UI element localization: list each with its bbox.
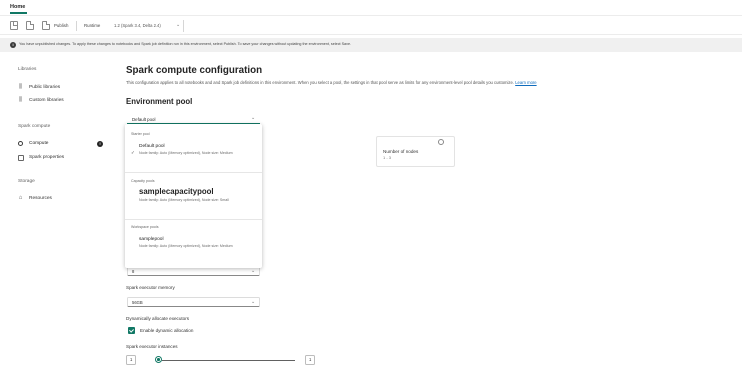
warning-badge: ! <box>97 140 103 147</box>
sidebar-heading-libraries: Libraries <box>18 67 37 72</box>
chevron-down-icon: ⌄ <box>251 298 256 305</box>
info-icon: i <box>10 41 16 48</box>
runtime-label: Runtime <box>84 23 101 28</box>
sidebar-item-public-libraries[interactable]: ⫼ Public libraries <box>17 82 109 93</box>
sidebar-item-compute[interactable]: Compute ! <box>17 138 109 149</box>
toolbar-divider <box>76 21 77 31</box>
executor-memory-value: 56GB <box>132 300 143 305</box>
dropdown-divider <box>125 219 262 220</box>
banner-text: You have unpublished changes. To apply t… <box>19 42 352 46</box>
dropdown-option-meta: Node family: Auto (Memory optimized), No… <box>139 198 229 202</box>
dropdown-option-name: samplecapacitypool <box>139 187 214 196</box>
sidebar-item-spark-properties[interactable]: Spark properties <box>17 152 109 163</box>
pool-dropdown-listbox: Starter pool ✓ Default pool Node family:… <box>125 124 262 268</box>
document-icon[interactable] <box>26 21 34 30</box>
dropdown-option-meta: Node family: Auto (Memory optimized), No… <box>139 151 233 155</box>
dropdown-option-default-pool[interactable]: ✓ Default pool Node family: Auto (Memory… <box>125 143 262 169</box>
dynamic-allocation-label: Dynamically allocate executors <box>126 316 190 321</box>
sidebar-item-custom-libraries[interactable]: ⫼ Custom libraries <box>17 95 109 106</box>
sidebar-item-label: Custom libraries <box>29 98 64 103</box>
compute-icon <box>17 140 24 147</box>
sidebar-item-label: Spark properties <box>29 155 65 160</box>
dropdown-option-samplepool[interactable]: samplepool Node family: Auto (Memory opt… <box>125 236 262 262</box>
runtime-dropdown[interactable]: 1.2 (Spark 3.4, Delta 2.4) ⌄ <box>110 20 184 32</box>
dropdown-option-name: samplepool <box>139 237 164 242</box>
save-icon[interactable] <box>10 21 18 30</box>
unpublished-changes-banner: i You have unpublished changes. To apply… <box>0 38 742 52</box>
properties-icon <box>17 154 24 161</box>
sidebar-heading-spark-compute: Spark compute <box>18 124 51 129</box>
folder-icon: ⌂ <box>18 195 23 201</box>
dropdown-divider <box>125 172 262 173</box>
ribbon-tabs: Home <box>0 0 742 14</box>
sidebar-heading-storage: Storage <box>18 179 35 184</box>
publish-button[interactable]: Publish <box>54 23 68 28</box>
checkmark-icon: ✓ <box>131 150 135 155</box>
sidebar-item-resources[interactable]: ⌂ Resources <box>17 193 109 204</box>
library-icon: ⫼ <box>19 84 22 90</box>
executor-memory-label: Spark executor memory <box>126 285 175 290</box>
sidebar-item-label: Public libraries <box>29 85 61 90</box>
toolbar: Publish Runtime 1.2 (Spark 3.4, Delta 2.… <box>0 15 742 35</box>
sidebar-item-label: Resources <box>29 196 52 201</box>
library-icon: ⫼ <box>19 97 22 103</box>
executor-cores-value: 8 <box>132 269 135 274</box>
dropdown-option-samplecapacitypool[interactable]: samplecapacitypool Node family: Auto (Me… <box>125 187 262 215</box>
tab-home-indicator <box>10 12 27 14</box>
dropdown-group-label: Workspace pools <box>131 225 159 229</box>
dropdown-option-meta: Node family: Auto (Memory optimized), No… <box>139 244 233 248</box>
tab-home[interactable]: Home <box>10 4 25 10</box>
chevron-down-icon: ⌄ <box>251 267 256 274</box>
dropdown-option-name: Default pool <box>139 144 165 149</box>
sidebar-item-label: Compute <box>29 141 49 146</box>
dropdown-group-label: Capacity pools <box>131 179 155 183</box>
executor-memory-select[interactable]: 56GB ⌄ <box>127 297 260 307</box>
sidebar: Libraries ⫼ Public libraries ⫼ Custom li… <box>0 52 110 382</box>
chevron-down-icon: ⌄ <box>176 22 181 28</box>
dropdown-group-label: Starter pool <box>131 132 150 136</box>
publish-icon <box>42 21 50 30</box>
runtime-value: 1.2 (Spark 3.4, Delta 2.4) <box>114 23 161 28</box>
